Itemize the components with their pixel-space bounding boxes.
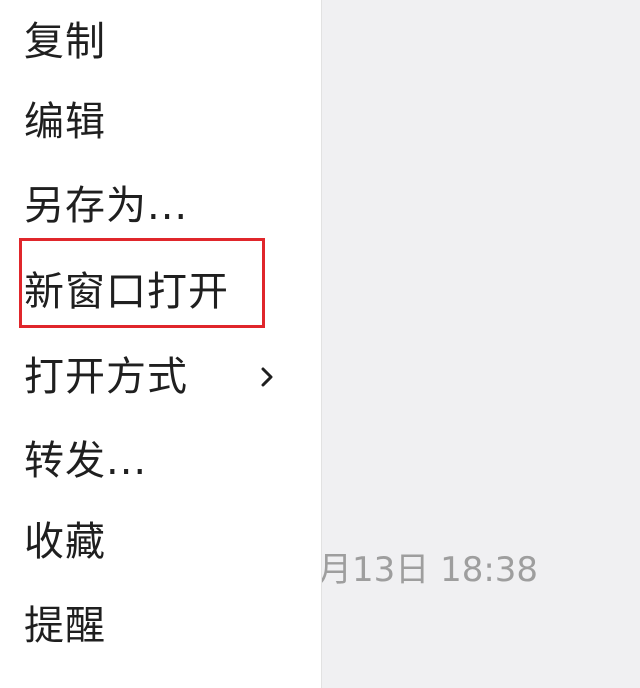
menu-item-copy[interactable]: 复制: [0, 0, 321, 84]
menu-item-open-new-window[interactable]: 新窗口打开: [0, 250, 321, 334]
menu-item-label: 打开方式: [24, 354, 188, 400]
chevron-right-icon: [256, 366, 278, 388]
menu-item-label: 提醒: [24, 603, 106, 649]
menu-item-remind[interactable]: 提醒: [0, 584, 321, 668]
menu-item-label: 编辑: [24, 99, 106, 145]
menu-item-label: 新窗口打开: [24, 269, 229, 315]
menu-item-label: 收藏: [24, 519, 106, 565]
menu-item-label: 转发...: [24, 438, 148, 484]
context-menu: 复制 编辑 另存为... 新窗口打开 打开方式 转发... 收藏 提醒: [0, 0, 322, 688]
message-timestamp: 月13日 18:38: [318, 550, 539, 590]
menu-item-favorite[interactable]: 收藏: [0, 500, 321, 584]
menu-item-label: 另存为...: [24, 183, 189, 229]
menu-item-label: 复制: [24, 19, 106, 65]
menu-item-open-with[interactable]: 打开方式: [0, 335, 321, 419]
menu-item-save-as[interactable]: 另存为...: [0, 164, 321, 248]
menu-item-edit[interactable]: 编辑: [0, 80, 321, 164]
menu-item-forward[interactable]: 转发...: [0, 419, 321, 503]
